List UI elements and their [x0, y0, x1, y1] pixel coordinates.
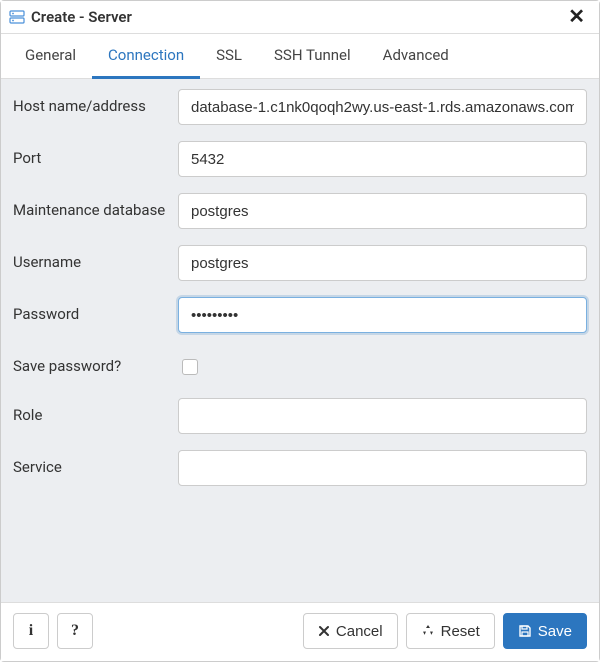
x-icon — [318, 625, 330, 637]
save-button[interactable]: Save — [503, 613, 587, 649]
service-input[interactable] — [178, 450, 587, 486]
role-input[interactable] — [178, 398, 587, 434]
label-username: Username — [13, 245, 178, 271]
row-port: Port — [13, 141, 587, 177]
label-service: Service — [13, 450, 178, 476]
label-port: Port — [13, 141, 178, 167]
dialog-title: Create - Server — [31, 8, 564, 26]
save-label: Save — [538, 623, 572, 640]
info-icon: i — [29, 622, 33, 640]
dialog-header: Create - Server ✕ — [1, 1, 599, 34]
cancel-button[interactable]: Cancel — [303, 613, 398, 649]
server-icon — [9, 9, 25, 25]
savepw-checkbox[interactable] — [182, 359, 198, 375]
reset-button[interactable]: Reset — [406, 613, 495, 649]
cancel-label: Cancel — [336, 623, 383, 640]
recycle-icon — [421, 624, 435, 638]
dialog-footer: i ? Cancel Reset — [1, 602, 599, 661]
question-icon: ? — [71, 622, 79, 640]
close-icon: ✕ — [568, 6, 585, 28]
port-input[interactable] — [178, 141, 587, 177]
password-input[interactable] — [178, 297, 587, 333]
row-role: Role — [13, 398, 587, 434]
row-password: Password — [13, 297, 587, 333]
tab-connection[interactable]: Connection — [92, 34, 200, 79]
tab-advanced[interactable]: Advanced — [367, 34, 465, 79]
row-savepw: Save password? — [13, 349, 587, 382]
save-icon — [518, 624, 532, 638]
host-input[interactable] — [178, 89, 587, 125]
maintdb-input[interactable] — [178, 193, 587, 229]
label-maintdb: Maintenance database — [13, 193, 178, 219]
label-savepw: Save password? — [13, 349, 178, 375]
close-button[interactable]: ✕ — [564, 7, 589, 27]
form-body: Host name/address Port Maintenance datab… — [1, 79, 599, 602]
label-host: Host name/address — [13, 89, 178, 115]
row-username: Username — [13, 245, 587, 281]
tab-general[interactable]: General — [9, 34, 92, 79]
tab-bar: General Connection SSL SSH Tunnel Advanc… — [1, 34, 599, 79]
label-role: Role — [13, 398, 178, 424]
reset-label: Reset — [441, 623, 480, 640]
info-button[interactable]: i — [13, 613, 49, 649]
help-button[interactable]: ? — [57, 613, 93, 649]
row-host: Host name/address — [13, 89, 587, 125]
tab-ssh-tunnel[interactable]: SSH Tunnel — [258, 34, 367, 79]
row-maintdb: Maintenance database — [13, 193, 587, 229]
create-server-dialog: Create - Server ✕ General Connection SSL… — [0, 0, 600, 662]
tab-ssl[interactable]: SSL — [200, 34, 258, 79]
username-input[interactable] — [178, 245, 587, 281]
label-password: Password — [13, 297, 178, 323]
row-service: Service — [13, 450, 587, 486]
